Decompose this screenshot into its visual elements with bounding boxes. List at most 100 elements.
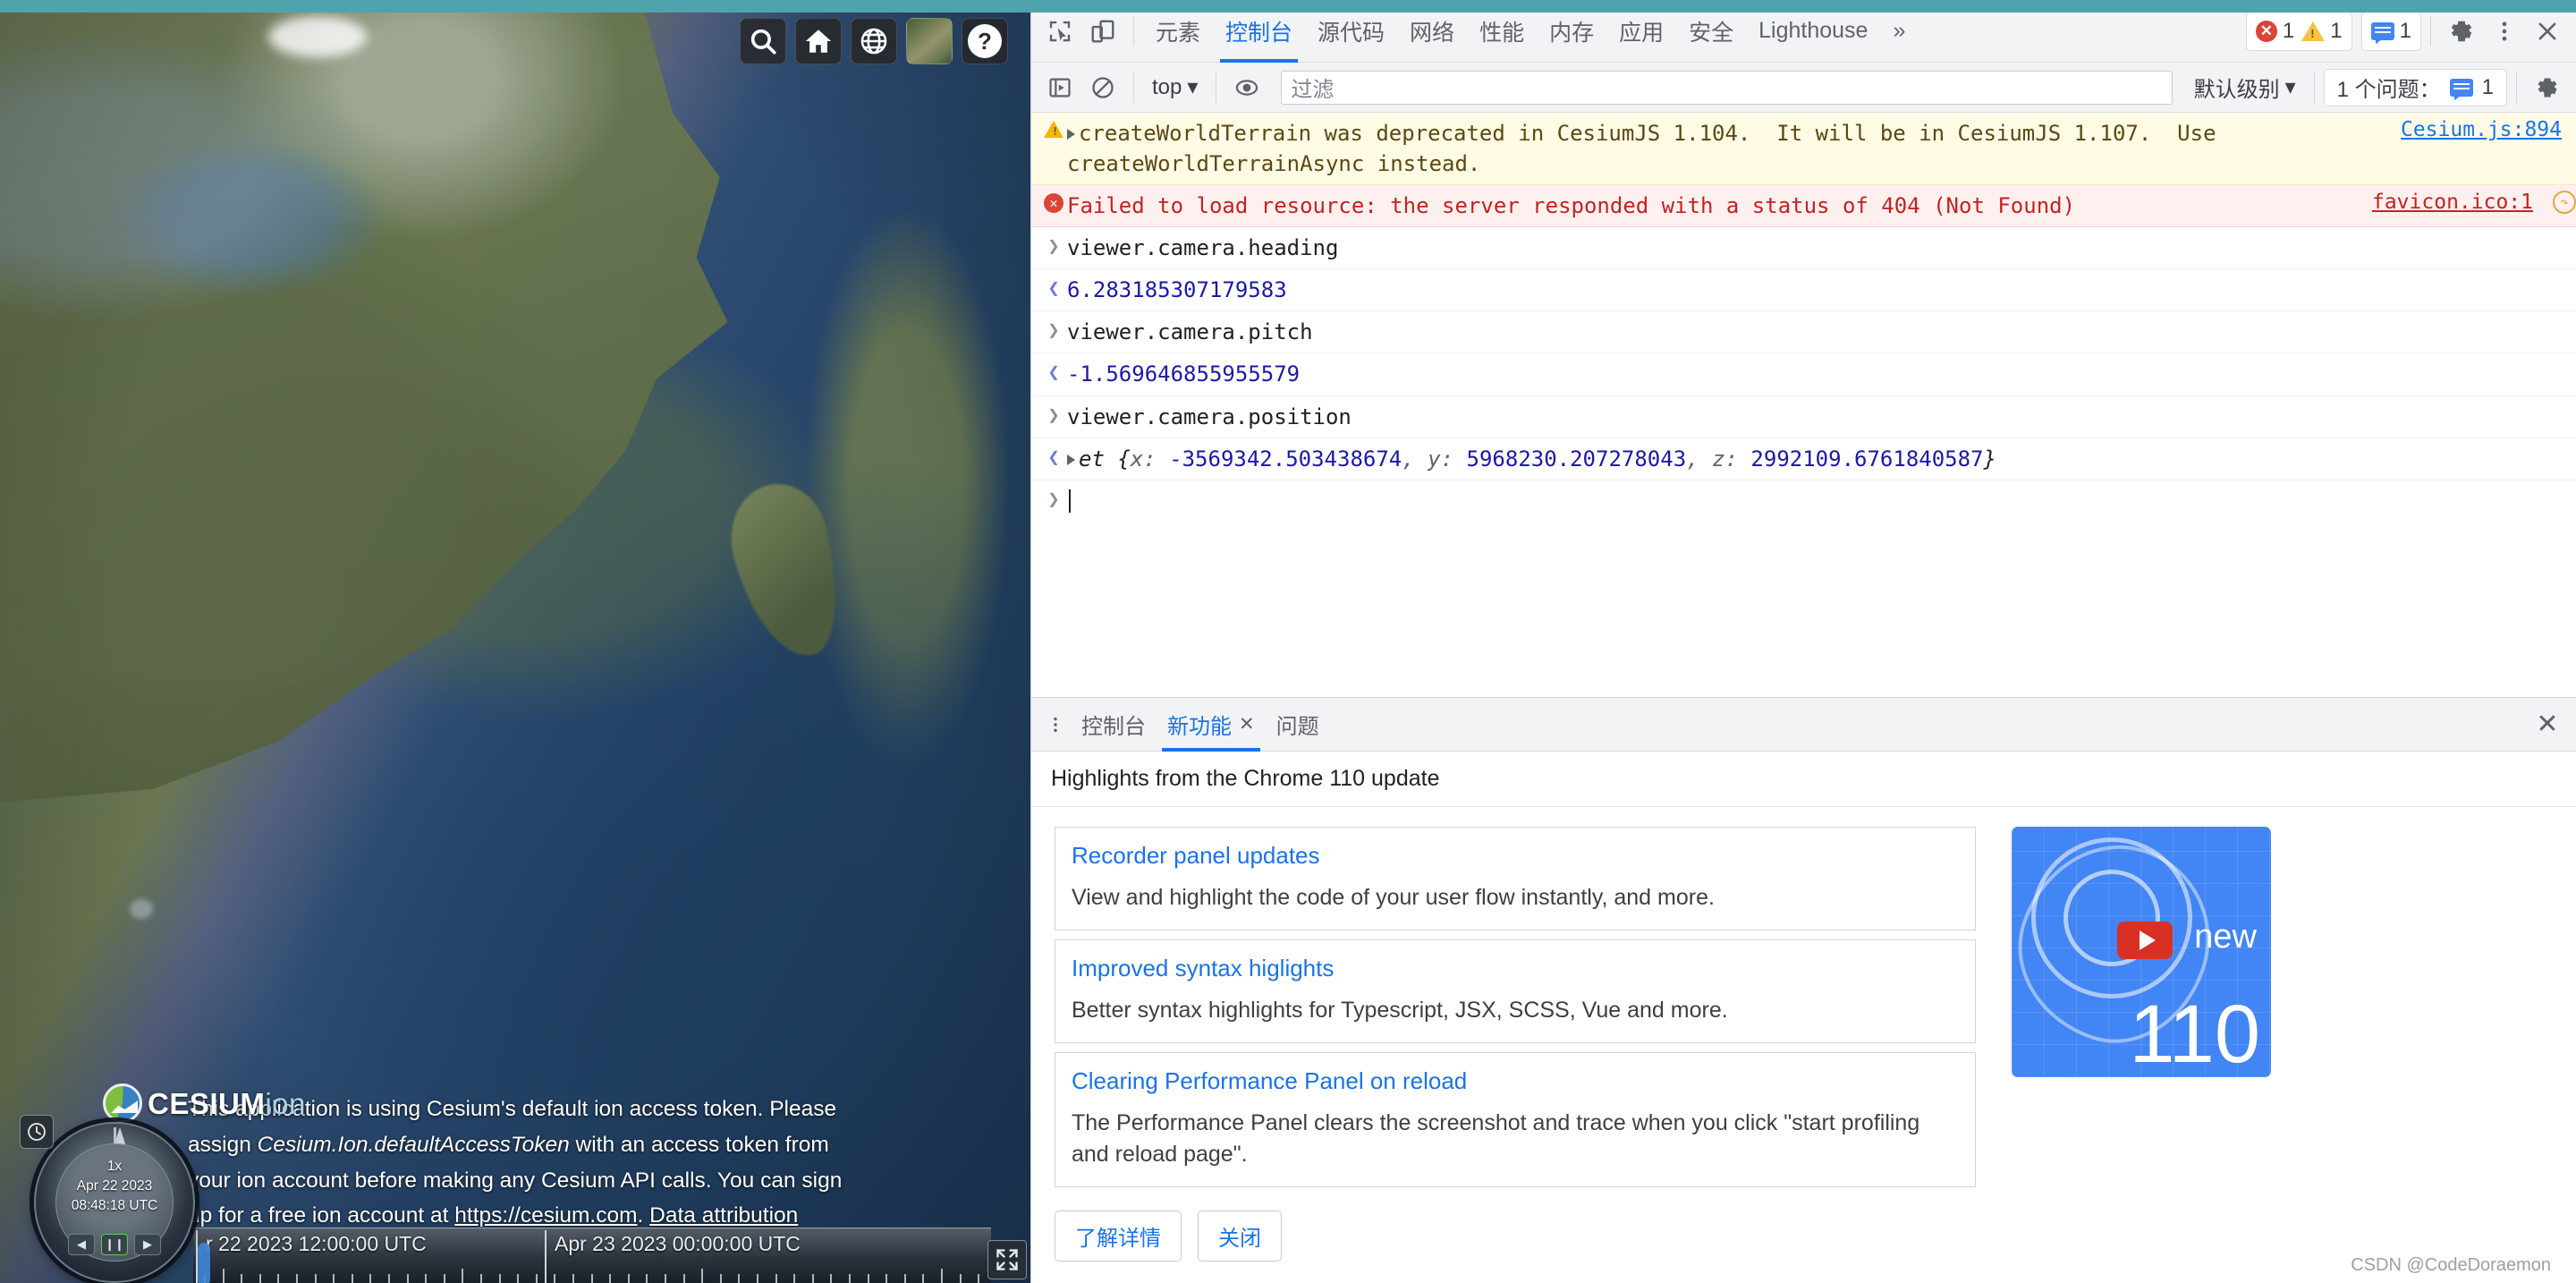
console-row-output[interactable]: ❮ 6.283185307179583: [1031, 269, 2576, 312]
reveal-issue-icon[interactable]: ↷: [2553, 191, 2576, 215]
clock-icon[interactable]: [20, 1115, 54, 1149]
animation-date: Apr 22 2023: [76, 1178, 153, 1194]
object-suffix: }: [1983, 446, 1996, 472]
drawer-tab-issues[interactable]: 问题: [1266, 698, 1330, 752]
card-title-link[interactable]: Recorder panel updates: [1072, 842, 1959, 870]
help-icon[interactable]: ?: [962, 18, 1008, 64]
close-tab-icon[interactable]: ✕: [1239, 713, 1255, 735]
console-row-output[interactable]: ❮ -1.569646855955579: [1031, 353, 2576, 396]
close-drawer-icon[interactable]: ✕: [2528, 705, 2567, 744]
issues-button[interactable]: 1 个问题： 1: [2323, 68, 2507, 106]
home-icon[interactable]: [795, 18, 842, 64]
log-level-select[interactable]: 默认级别 ▾: [2185, 72, 2305, 103]
more-options-icon[interactable]: [2483, 10, 2526, 53]
animation-time: 08:48:18 UTC: [71, 1198, 158, 1213]
message-count[interactable]: 1: [2370, 19, 2411, 44]
timeline-needle[interactable]: [198, 1243, 210, 1283]
pause-button[interactable]: ❙❙: [101, 1234, 128, 1255]
live-expression-icon[interactable]: [1225, 66, 1268, 109]
issue-message-icon: [2449, 78, 2473, 97]
console-error-text: Failed to load resource: the server resp…: [1067, 193, 2076, 219]
whats-new-card[interactable]: Clearing Performance Panel on reload The…: [1055, 1052, 1976, 1187]
search-icon[interactable]: [740, 18, 786, 64]
promo-version-label: 110: [2129, 989, 2260, 1077]
drawer-tab-label: 问题: [1275, 715, 1319, 739]
drawer-tab-label: 控制台: [1081, 715, 1146, 739]
console-settings-gear-icon[interactable]: [2526, 66, 2569, 109]
fullscreen-button[interactable]: [987, 1240, 1027, 1279]
data-attribution-link[interactable]: Data attribution: [649, 1203, 798, 1228]
animation-controls: ◀ ❙❙ ▶: [56, 1234, 173, 1255]
island: [718, 473, 856, 668]
chevron-down-icon: ▾: [2284, 75, 2296, 99]
input-arrow-icon: ❯: [1047, 319, 1060, 343]
imagery-layers-icon[interactable]: [906, 18, 953, 64]
credit-text-part: .: [637, 1203, 650, 1228]
card-title-link[interactable]: Improved syntax higlights: [1072, 955, 1959, 982]
output-arrow-icon: ❮: [1047, 446, 1060, 469]
play-button[interactable]: ▶: [134, 1234, 161, 1255]
execution-context-select[interactable]: top ▾: [1143, 74, 1207, 100]
card-title-link[interactable]: Clearing Performance Panel on reload: [1072, 1067, 1959, 1095]
cloud: [130, 899, 153, 919]
console-prompt-input[interactable]: [1067, 486, 2576, 516]
console-object-value: et {x: -3569342.503438674, y: 5968230.20…: [1067, 444, 2576, 474]
animation-multiplier: 1x: [106, 1159, 123, 1174]
reverse-button[interactable]: ◀: [68, 1234, 95, 1255]
clear-console-icon[interactable]: [1081, 66, 1124, 109]
drawer-tab-whats-new[interactable]: 新功能 ✕: [1157, 698, 1266, 752]
play-button-icon[interactable]: [2117, 922, 2173, 959]
whats-new-card[interactable]: Improved syntax higlights Better syntax …: [1055, 939, 1976, 1043]
console-row-error[interactable]: ✕ Failed to load resource: the server re…: [1031, 185, 2576, 228]
console-row-input[interactable]: ❯ viewer.camera.heading: [1031, 227, 2576, 270]
console-sidebar-icon[interactable]: [1038, 66, 1081, 109]
warning-count[interactable]: 1: [2301, 19, 2343, 44]
cesium-website-link[interactable]: https://cesium.com: [454, 1203, 637, 1228]
console-row-warning[interactable]: createWorldTerrain was deprecated in Ces…: [1031, 113, 2576, 186]
close-devtools-icon[interactable]: [2526, 10, 2569, 53]
dismiss-button[interactable]: 关闭: [1198, 1211, 1282, 1262]
credit-token-name: Cesium.Ion.defaultAccessToken: [257, 1132, 570, 1157]
console-row-input[interactable]: ❯ viewer.camera.position: [1031, 396, 2576, 438]
timeline-label: Apr 23 2023 00:00:00 UTC: [545, 1230, 801, 1283]
gear-icon[interactable]: [2440, 10, 2483, 53]
drawer-tab-console[interactable]: 控制台: [1071, 698, 1157, 752]
cesium-toolbar: ?: [740, 18, 1008, 64]
screen-root: ? CESIUMion This application is using Ce…: [0, 0, 2576, 1283]
console-input-expression: viewer.camera.position: [1067, 404, 1352, 429]
console-row-object[interactable]: ❮ et {x: -3569342.503438674, y: 5968230.…: [1031, 438, 2576, 480]
devtools-panel: 元素 控制台 源代码 网络 性能 内存 应用 安全 Lighthouse » ✕…: [1030, 0, 2576, 1283]
learn-more-button[interactable]: 了解详情: [1055, 1211, 1182, 1262]
issue-counters[interactable]: ✕ 1 1: [2245, 11, 2352, 51]
card-description: The Performance Panel clears the screens…: [1072, 1110, 1920, 1167]
console-source-link[interactable]: favicon.ico:1: [2372, 191, 2547, 214]
animation-widget[interactable]: 1x Apr 22 2023 08:48:18 UTC ◀ ❙❙ ▶: [18, 1113, 199, 1283]
globe-icon[interactable]: [851, 18, 897, 64]
console-prompt-row[interactable]: ❯: [1031, 480, 2576, 522]
whats-new-actions: 了解详情 关闭: [1055, 1211, 1976, 1262]
issues-label: 1 个问题：: [2336, 78, 2441, 102]
error-count[interactable]: ✕ 1: [2255, 19, 2294, 44]
console-filter-input[interactable]: 过滤: [1281, 70, 2173, 105]
device-toolbar-icon[interactable]: [1081, 10, 1124, 53]
log-level-value: 默认级别: [2193, 78, 2280, 102]
console-log-list[interactable]: createWorldTerrain was deprecated in Ces…: [1031, 113, 2576, 697]
timeline-labels: r 22 2023 12:00:00 UTC Apr 23 2023 00:00…: [193, 1230, 991, 1283]
inspect-element-icon[interactable]: [1038, 10, 1081, 53]
timeline[interactable]: r 22 2023 12:00:00 UTC Apr 23 2023 00:00…: [193, 1228, 991, 1283]
console-row-input[interactable]: ❯ viewer.camera.pitch: [1031, 311, 2576, 354]
credit-text-part: with an access token from: [569, 1132, 829, 1157]
whats-new-heading: Highlights from the Chrome 110 update: [1031, 752, 2576, 807]
prompt-arrow-icon: ❯: [1047, 488, 1060, 511]
cesium-viewer[interactable]: ? CESIUMion This application is using Ce…: [0, 0, 1030, 1283]
whats-new-card[interactable]: Recorder panel updates View and highligh…: [1055, 827, 1976, 930]
console-input-expression: viewer.camera.heading: [1067, 235, 1339, 261]
drawer-menu-icon[interactable]: [1040, 707, 1071, 743]
cloud: [268, 16, 367, 57]
message-counter[interactable]: 1: [2360, 11, 2421, 51]
chevron-down-icon: ▾: [1187, 75, 1199, 99]
expand-object-icon[interactable]: [1067, 454, 1075, 465]
chrome-110-promo-image[interactable]: new 110: [2012, 827, 2271, 1077]
console-source-link[interactable]: Cesium.js:894: [2401, 118, 2576, 141]
console-toolbar: top ▾ 过滤 默认级别 ▾ 1 个问题： 1: [1031, 63, 2576, 113]
